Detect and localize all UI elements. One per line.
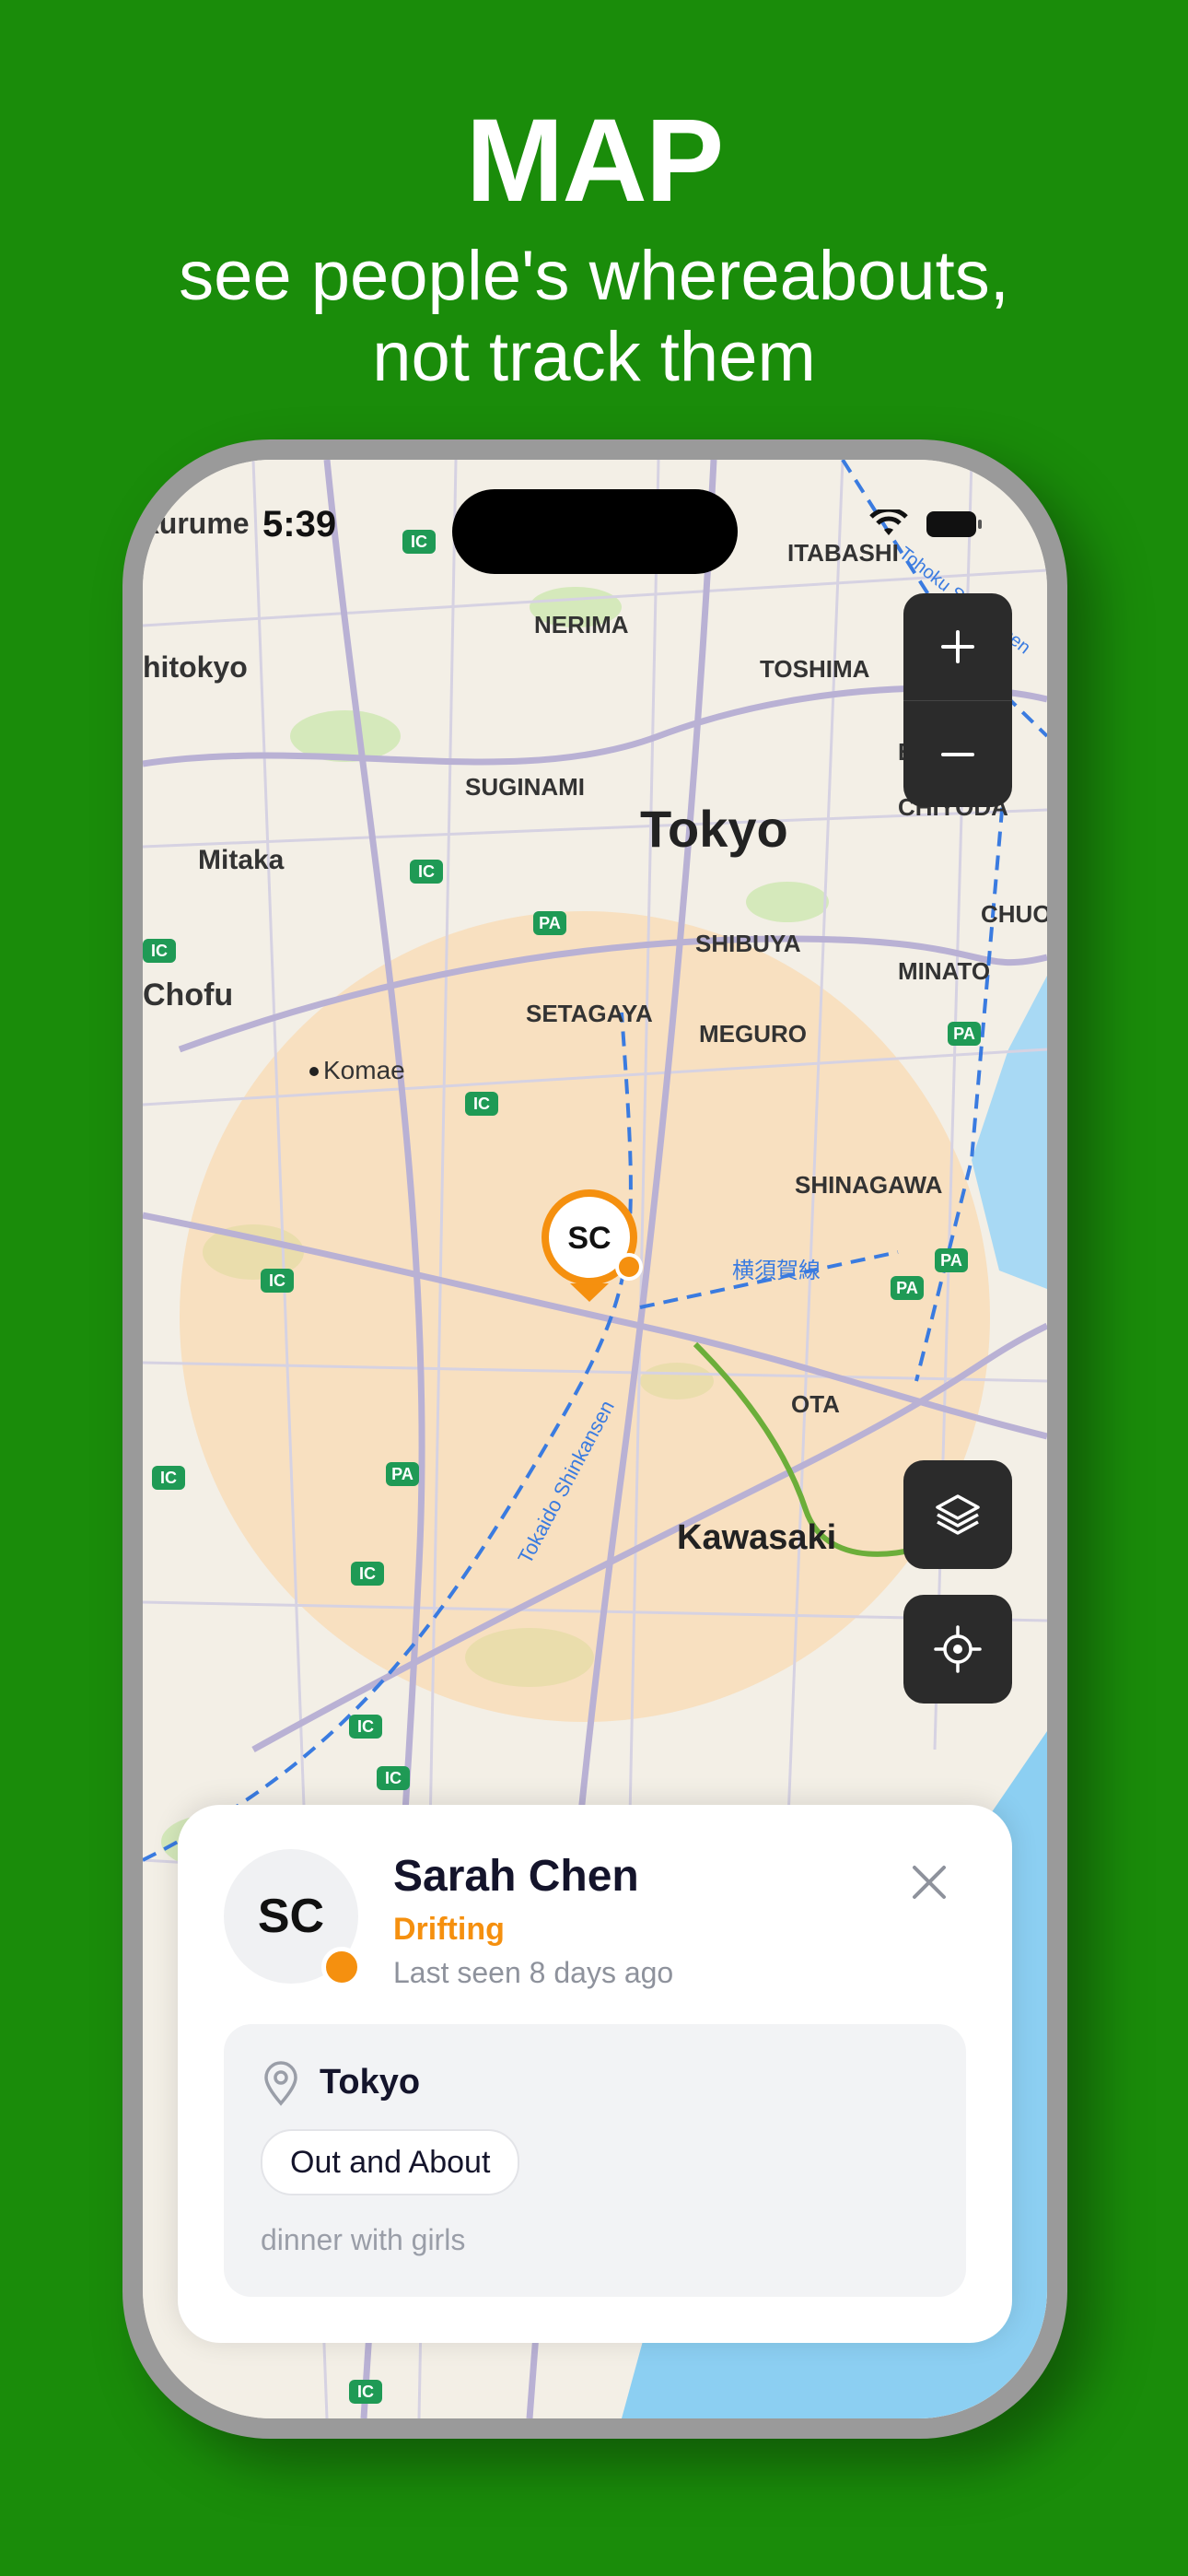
person-status: Drifting <box>393 1912 505 1947</box>
map-label-toshima: TOSHIMA <box>760 655 870 683</box>
pa-badge: PA <box>935 1248 968 1272</box>
pin-initials: SC <box>567 1221 611 1256</box>
status-dot <box>321 1947 362 1987</box>
ic-badge: IC <box>351 1562 384 1586</box>
svg-text:PA: PA <box>953 1025 975 1043</box>
promo-subtitle-line1: see people's whereabouts, <box>179 237 1009 315</box>
svg-text:PA: PA <box>539 914 561 932</box>
map-label-chuo: CHUO <box>981 900 1047 928</box>
zoom-in-button[interactable] <box>903 593 1012 700</box>
map-label-kawasaki: Kawasaki <box>677 1518 836 1557</box>
map-label-suginami: SUGINAMI <box>465 773 585 801</box>
map-label-chofu: Chofu <box>143 978 233 1013</box>
person-detail-sheet: SC Sarah Chen Drifting Last seen 8 days … <box>178 1805 1012 2343</box>
map-label-shibuya: SHIBUYA <box>695 930 801 957</box>
map-label-shinagawa: SHINAGAWA <box>795 1171 943 1199</box>
svg-text:IC: IC <box>473 1095 490 1113</box>
promo-headline: MAP see people's whereabouts, not track … <box>0 92 1188 398</box>
phone-frame: kurume ITABASHI NERIMA TOSHIMA hitokyo B… <box>122 439 1067 2439</box>
svg-text:IC: IC <box>269 1271 285 1290</box>
map-label-yokosuka-line: 横須賀線 <box>732 1259 821 1283</box>
svg-text:IC: IC <box>359 1564 376 1583</box>
map-label-minato: MINATO <box>898 957 990 985</box>
last-seen-text: Last seen 8 days ago <box>393 1956 674 1989</box>
battery-icon <box>926 511 982 537</box>
map-label-itabashi: ITABASHI <box>787 539 899 567</box>
svg-text:PA: PA <box>896 1279 918 1297</box>
pin-status-dot <box>619 1257 639 1277</box>
map-label-setagaya: SETAGAYA <box>526 1000 653 1027</box>
svg-text:IC: IC <box>411 533 427 551</box>
pa-badge: PA <box>533 911 566 935</box>
map-label-nerima: NERIMA <box>534 611 629 638</box>
svg-text:IC: IC <box>151 942 168 960</box>
svg-text:PA: PA <box>391 1465 413 1483</box>
map-label-ota: OTA <box>791 1390 840 1418</box>
map-label-komae: Komae <box>323 1056 405 1084</box>
ic-badge: IC <box>377 1766 410 1790</box>
map-label-mitaka: Mitaka <box>198 845 285 875</box>
svg-text:IC: IC <box>357 1717 374 1736</box>
svg-text:IC: IC <box>357 2383 374 2401</box>
svg-text:IC: IC <box>385 1769 402 1787</box>
svg-text:IC: IC <box>160 1469 177 1487</box>
activity-chip: Out and About <box>261 2129 520 2195</box>
promo-subtitle-line2: not track them <box>372 318 816 396</box>
promo-title: MAP <box>465 95 724 227</box>
svg-text:IC: IC <box>418 862 435 881</box>
layers-icon <box>936 1494 980 1535</box>
ic-badge: IC <box>349 1715 382 1739</box>
location-pin-icon <box>264 2061 297 2106</box>
promo-subtitle: see people's whereabouts, not track them <box>0 236 1188 398</box>
plus-icon <box>941 630 974 663</box>
locate-me-button[interactable] <box>903 1595 1012 1704</box>
pa-badge: PA <box>386 1462 419 1486</box>
close-icon[interactable] <box>905 1858 953 1906</box>
status-icons <box>868 509 983 539</box>
pa-badge: PA <box>891 1276 924 1300</box>
minus-icon <box>941 753 974 756</box>
ic-badge: IC <box>465 1092 498 1116</box>
ic-badge: IC <box>410 860 443 884</box>
ic-badge: IC <box>349 2380 382 2404</box>
phone-screen: kurume ITABASHI NERIMA TOSHIMA hitokyo B… <box>143 460 1047 2418</box>
map-label-meguro: MEGURO <box>699 1020 807 1048</box>
zoom-controls <box>903 593 1012 807</box>
dynamic-island <box>452 489 738 574</box>
status-time: 5:39 <box>262 504 337 544</box>
ic-badge: IC <box>152 1466 185 1490</box>
crosshair-icon <box>934 1625 982 1673</box>
location-name: Tokyo <box>320 2063 421 2102</box>
wifi-icon <box>869 509 908 535</box>
ic-badge: IC <box>402 530 436 554</box>
pa-badge: PA <box>948 1022 981 1046</box>
ic-badge: IC <box>143 939 176 963</box>
map-label-kurume: kurume <box>143 507 250 540</box>
map-label-tokyo: Tokyo <box>640 800 788 858</box>
person-name: Sarah Chen <box>393 1852 639 1901</box>
zoom-out-button[interactable] <box>903 700 1012 808</box>
location-card: Tokyo Out and About dinner with girls <box>224 2024 966 2297</box>
svg-text:PA: PA <box>940 1251 962 1270</box>
map-layers-button[interactable] <box>903 1460 1012 1569</box>
ic-badge: IC <box>261 1269 294 1293</box>
map-label-hitokyo: hitokyo <box>143 650 248 684</box>
user-map-pin[interactable]: SC <box>535 1184 644 1313</box>
status-note: dinner with girls <box>261 2223 466 2256</box>
